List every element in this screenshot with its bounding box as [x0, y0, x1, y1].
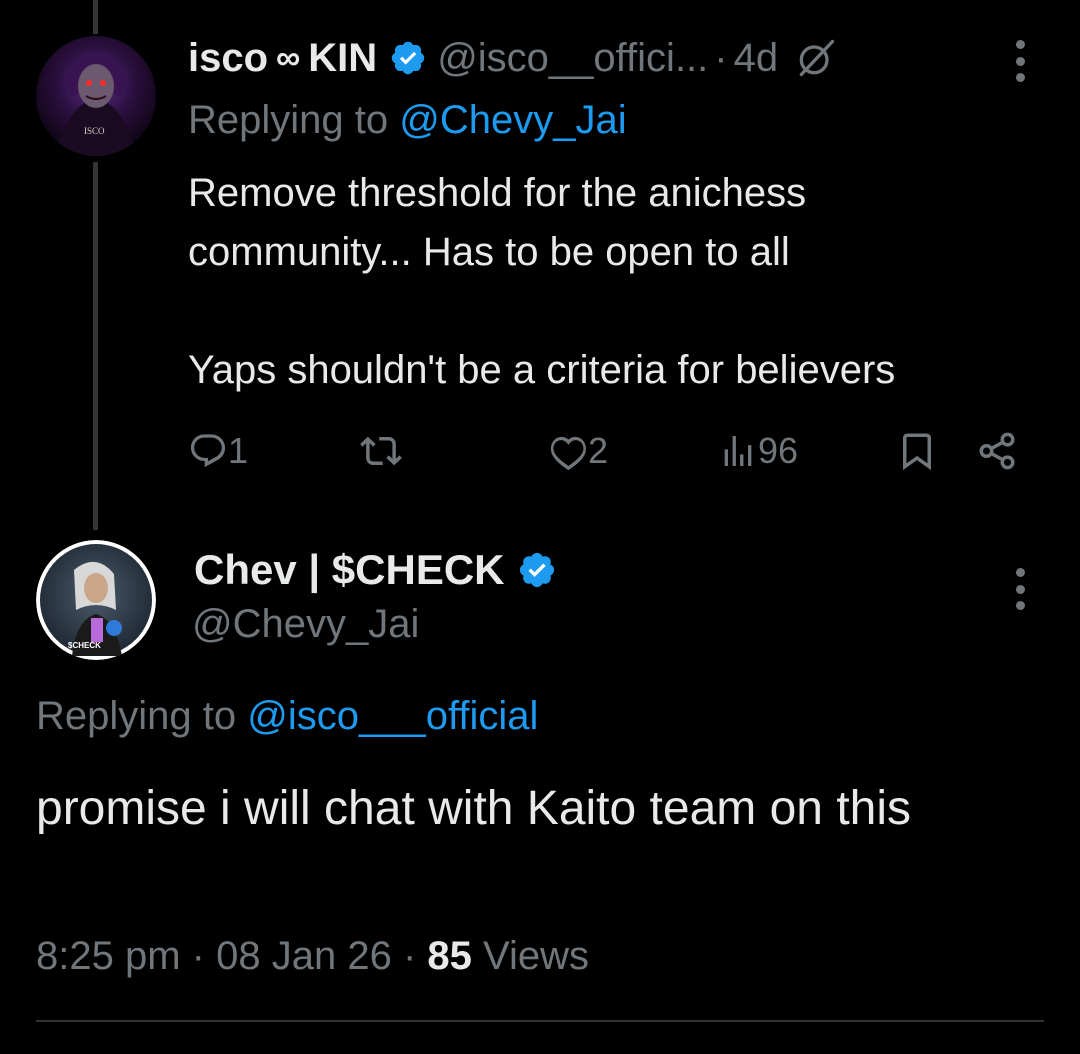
replying-prefix: Replying to: [36, 694, 237, 738]
views-button[interactable]: 96: [718, 424, 798, 478]
reply-count: 1: [228, 430, 249, 471]
thread-connector-top: [93, 0, 98, 34]
reply-date[interactable]: 08 Jan 26: [216, 934, 392, 978]
retweet-button[interactable]: [360, 424, 402, 478]
more-vertical-icon[interactable]: [1015, 568, 1025, 610]
parent-separator: ·: [714, 35, 728, 80]
views-count: 96: [758, 430, 799, 471]
tweet-thread: ISCO isco ∞ KIN @isco__offici... · 4d Re…: [0, 0, 1080, 1054]
replying-handle-link[interactable]: @isco___official: [247, 694, 538, 738]
share-button[interactable]: [976, 424, 1018, 478]
heart-icon: [550, 436, 586, 471]
parent-handle[interactable]: @isco__offici...: [437, 36, 708, 81]
share-icon: [979, 432, 1015, 470]
verified-badge-icon: [389, 39, 427, 77]
reply-handle[interactable]: @Chevy_Jai: [192, 602, 419, 647]
like-button[interactable]: 2: [548, 424, 608, 478]
reply-views-count: 85: [427, 934, 472, 978]
parent-display-name[interactable]: isco: [188, 36, 268, 81]
parent-name-suffix[interactable]: KIN: [308, 36, 377, 81]
parent-action-bar: 1 2 96: [188, 424, 1028, 478]
retweet-icon: [360, 436, 402, 466]
parent-tweet-header: isco ∞ KIN @isco__offici... · 4d: [188, 34, 838, 82]
isco-avatar[interactable]: ISCO: [36, 36, 156, 156]
meta-separator: ·: [402, 934, 417, 978]
reply-time[interactable]: 8:25 pm: [36, 934, 181, 978]
replying-handle-link[interactable]: @Chevy_Jai: [399, 98, 626, 142]
reply-replying-to: Replying to @isco___official: [36, 694, 538, 739]
reply-button[interactable]: 1: [188, 424, 248, 478]
meta-separator: ·: [191, 934, 205, 978]
replying-prefix: Replying to: [188, 98, 389, 142]
divider: [36, 1020, 1044, 1022]
chev-avatar-image: $CHECK: [36, 540, 156, 660]
thread-connector: [93, 162, 98, 530]
reply-display-name-row: Chev | $CHECK: [194, 546, 567, 594]
parent-text-line: community... Has to be open to all: [188, 230, 790, 274]
parent-timestamp[interactable]: 4d: [734, 36, 779, 81]
parent-text-line: Yaps shouldn't be a criteria for believe…: [188, 348, 896, 392]
reply-display-name[interactable]: Chev | $CHECK: [194, 546, 505, 594]
chev-avatar[interactable]: $CHECK: [36, 540, 156, 660]
chev-avatar-logo-text: $CHECK: [68, 641, 101, 650]
verified-badge-icon: [517, 550, 557, 590]
reply-tweet-meta: 8:25 pm · 08 Jan 26 · 85 Views: [36, 934, 589, 979]
reply-views-label: Views: [483, 934, 589, 978]
parent-name-symbol: ∞: [276, 38, 301, 77]
isco-avatar-image: ISCO: [36, 36, 156, 156]
reply-tweet-text: promise i will chat with Kaito team on t…: [36, 782, 912, 835]
parent-text-line: Remove threshold for the anichess: [188, 171, 807, 215]
like-count: 2: [588, 430, 609, 471]
reply-icon: [190, 434, 226, 468]
views-chart-icon: [724, 436, 752, 466]
isco-avatar-logo-text: ISCO: [84, 126, 105, 136]
parent-tweet-text: Remove threshold for the anichess commun…: [188, 164, 1048, 400]
more-vertical-icon[interactable]: [1015, 40, 1025, 82]
bookmark-button[interactable]: [896, 424, 938, 478]
bookmark-icon: [903, 433, 931, 471]
parent-replying-to: Replying to @Chevy_Jai: [188, 98, 627, 143]
grok-icon[interactable]: [794, 36, 838, 80]
